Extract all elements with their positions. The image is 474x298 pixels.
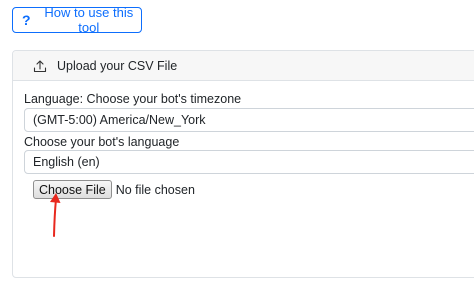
how-to-use-label: How to use this tool — [44, 5, 134, 35]
red-arrow-icon — [50, 193, 61, 237]
question-icon: ? — [22, 12, 31, 28]
upload-panel-title: Upload your CSV File — [57, 58, 178, 73]
upload-panel-header: Upload your CSV File — [13, 51, 474, 81]
language-select[interactable]: English (en) — [24, 150, 474, 174]
language-select-value: English (en) — [33, 155, 100, 169]
how-to-use-button[interactable]: ? How to use this tool — [12, 5, 142, 35]
timezone-label: Language: Choose your bot's timezone — [24, 92, 242, 106]
upload-panel: Upload your CSV File Language: Choose yo… — [12, 50, 474, 278]
language-label: Choose your bot's language — [24, 135, 180, 149]
timezone-select-value: (GMT-5:00) America/New_York — [33, 113, 206, 127]
timezone-select[interactable]: (GMT-5:00) America/New_York — [24, 108, 474, 132]
file-status: No file chosen — [115, 182, 195, 197]
upload-icon — [33, 59, 47, 72]
